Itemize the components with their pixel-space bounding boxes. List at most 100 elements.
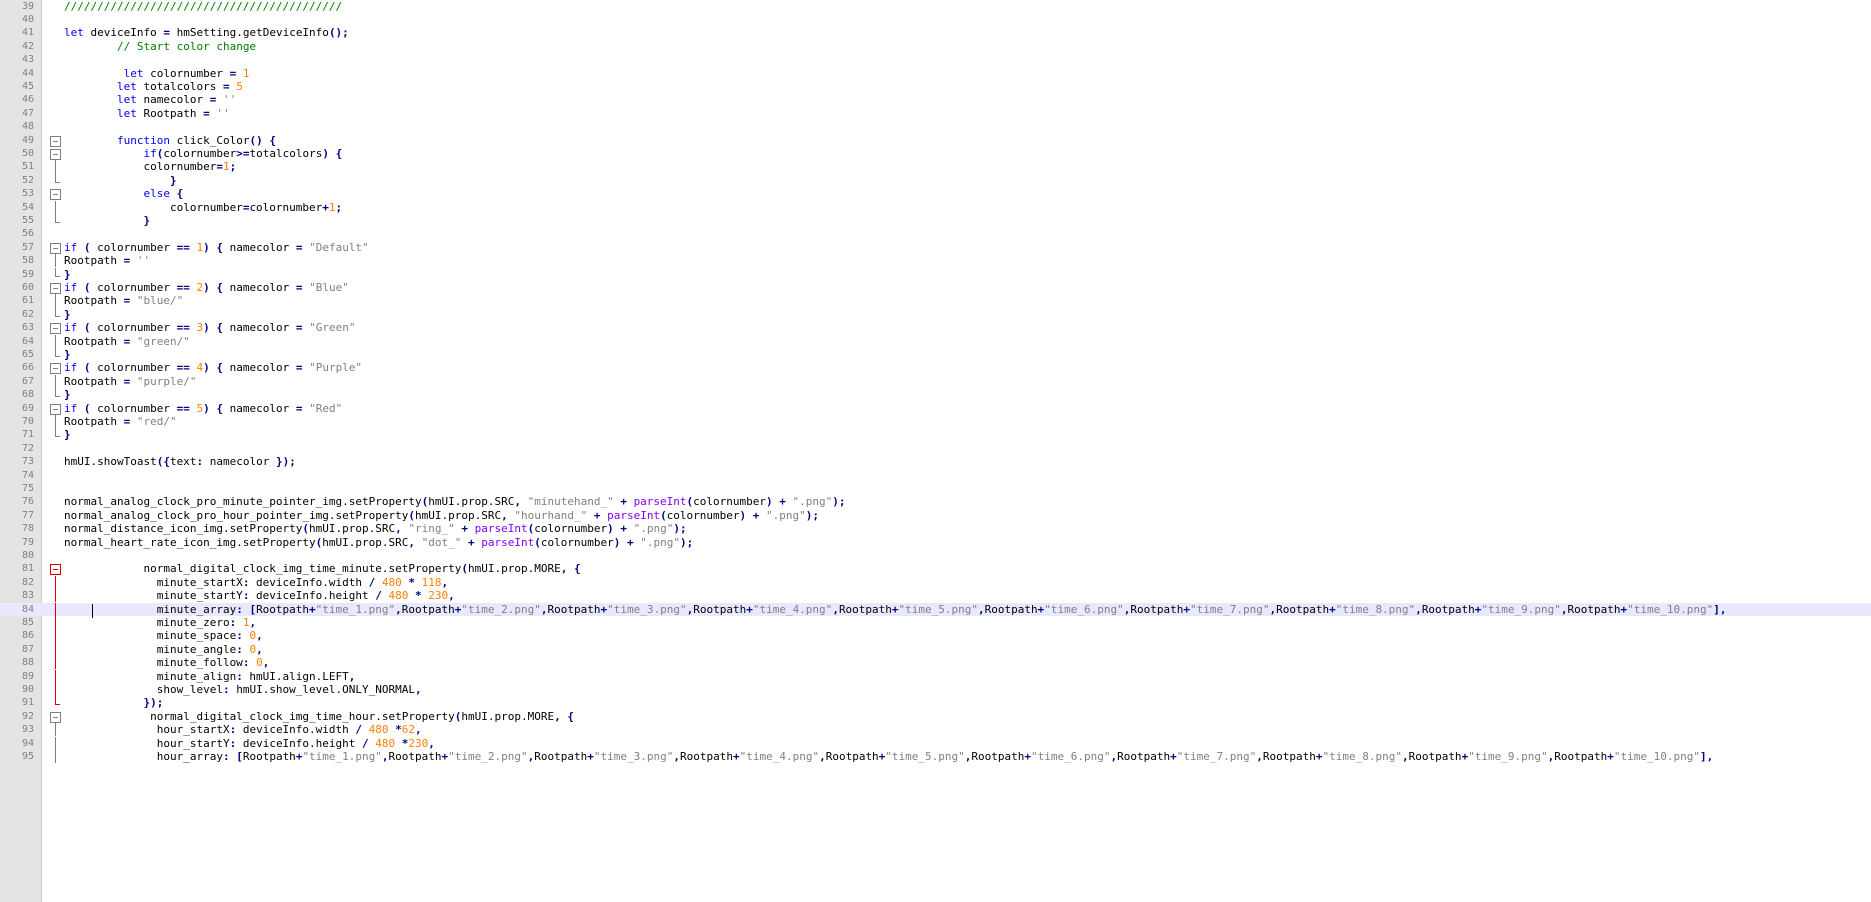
- code-line[interactable]: 74: [0, 469, 1871, 482]
- code-editor[interactable]: 39//////////////////////////////////////…: [0, 0, 1871, 902]
- code-line[interactable]: 46 let namecolor = '': [0, 93, 1871, 106]
- code-text[interactable]: normal_digital_clock_img_time_hour.setPr…: [64, 710, 574, 723]
- code-line[interactable]: 75: [0, 482, 1871, 495]
- code-text[interactable]: minute_follow: 0,: [64, 656, 270, 669]
- code-line[interactable]: 41 let deviceInfo = hmSetting.getDeviceIn…: [0, 26, 1871, 39]
- code-text[interactable]: minute_zero: 1,: [64, 616, 256, 629]
- code-line[interactable]: 52 }: [0, 173, 1871, 187]
- fold-toggle-icon[interactable]: [50, 321, 61, 335]
- code-text[interactable]: }: [64, 308, 71, 321]
- code-line[interactable]: 67 Rootpath = "purple/": [0, 374, 1871, 389]
- code-text[interactable]: if ( colornumber == 1) { namecolor = "De…: [64, 241, 369, 254]
- code-line[interactable]: 59}: [0, 267, 1871, 281]
- code-line[interactable]: 48: [0, 120, 1871, 133]
- code-line[interactable]: 71}: [0, 428, 1871, 441]
- code-line[interactable]: 61 Rootpath = "blue/": [0, 294, 1871, 308]
- code-text[interactable]: normal_heart_rate_icon_img.setProperty (h…: [64, 536, 693, 549]
- code-text[interactable]: minute_startY: deviceInfo.height / 480 *…: [64, 589, 455, 602]
- code-line[interactable]: 53 else {: [0, 187, 1871, 201]
- code-line[interactable]: 63 if ( colornumber == 3) { namecolor = "…: [0, 321, 1871, 335]
- code-line[interactable]: 66 if ( colornumber == 4) { namecolor = "…: [0, 361, 1871, 375]
- fold-toggle-icon[interactable]: [50, 281, 61, 294]
- code-line[interactable]: 72: [0, 442, 1871, 455]
- code-line[interactable]: 65}: [0, 347, 1871, 361]
- code-line[interactable]: 83 minute_startY: deviceInfo.height / 48…: [0, 589, 1871, 603]
- code-text[interactable]: Rootpath = "blue/": [64, 294, 183, 307]
- code-text[interactable]: ////////////////////////////////////////…: [64, 0, 342, 13]
- code-line[interactable]: 85 minute_zero: 1,: [0, 615, 1871, 630]
- code-line[interactable]: 69 if ( colornumber == 5) { namecolor = "…: [0, 402, 1871, 415]
- code-line[interactable]: 58 Rootpath = '': [0, 254, 1871, 268]
- code-text[interactable]: if ( colornumber == 4) { namecolor = "Pu…: [64, 361, 362, 374]
- code-text[interactable]: show_level: hmUI.show_level.ONLY_NORMAL,: [64, 683, 422, 696]
- code-line[interactable]: 57 if ( colornumber == 1) { namecolor = "…: [0, 241, 1871, 254]
- code-line[interactable]: 91 });: [0, 696, 1871, 709]
- code-text[interactable]: });: [64, 696, 163, 709]
- code-text[interactable]: minute_startX: deviceInfo.width / 480 * …: [64, 576, 448, 589]
- code-line[interactable]: 49 function click_Color() {: [0, 134, 1871, 147]
- code-line[interactable]: 64 Rootpath = "green/": [0, 334, 1871, 348]
- code-text[interactable]: Rootpath = "purple/": [64, 375, 196, 388]
- code-line[interactable]: 47 let Rootpath = '': [0, 107, 1871, 120]
- code-line[interactable]: 87 minute_angle: 0,: [0, 642, 1871, 657]
- code-text[interactable]: colornumber=colornumber+1;: [64, 201, 342, 214]
- code-text[interactable]: if ( colornumber == 2) { namecolor = "Bl…: [64, 281, 349, 294]
- code-text[interactable]: hour_startY: deviceInfo.height / 480 *23…: [64, 737, 435, 750]
- code-line[interactable]: 93 hour_startX: deviceInfo.width / 480 *…: [0, 723, 1871, 737]
- code-text[interactable]: let colornumber = 1: [64, 67, 250, 80]
- fold-toggle-icon[interactable]: [50, 402, 61, 415]
- code-text[interactable]: Rootpath = '': [64, 254, 150, 267]
- code-text[interactable]: hmUI.showToast({text: namecolor });: [64, 455, 296, 468]
- code-line[interactable]: 68}: [0, 388, 1871, 401]
- code-line[interactable]: 51 colornumber=1;: [0, 160, 1871, 174]
- code-line[interactable]: 45 let totalcolors = 5: [0, 80, 1871, 93]
- code-text[interactable]: }: [64, 214, 150, 227]
- code-line[interactable]: 94 hour_startY: deviceInfo.height / 480 …: [0, 736, 1871, 750]
- code-line[interactable]: 76 normal_analog_clock_pro_minute_pointer…: [0, 495, 1871, 508]
- code-line[interactable]: 88 minute_follow: 0,: [0, 656, 1871, 670]
- fold-toggle-icon[interactable]: [50, 710, 61, 723]
- code-text[interactable]: minute_space: 0,: [64, 629, 263, 642]
- code-line[interactable]: 80: [0, 549, 1871, 562]
- code-line[interactable]: 43: [0, 53, 1871, 66]
- code-line[interactable]: 60 if ( colornumber == 2) { namecolor = "…: [0, 281, 1871, 294]
- code-line[interactable]: 92 normal_digital_clock_img_time_hour.se…: [0, 710, 1871, 723]
- code-text[interactable]: Rootpath = "red/": [64, 415, 177, 428]
- code-text[interactable]: let Rootpath = '': [64, 107, 230, 120]
- code-line[interactable]: 84 minute_array: [Rootpath+"time_1.png",…: [0, 602, 1871, 618]
- fold-toggle-icon[interactable]: [50, 241, 61, 254]
- code-line[interactable]: 56: [0, 227, 1871, 240]
- code-line[interactable]: 89 minute_align: hmUI.align.LEFT,: [0, 669, 1871, 683]
- code-text[interactable]: let namecolor = '': [64, 93, 236, 106]
- code-text[interactable]: let totalcolors = 5: [64, 80, 243, 93]
- code-text[interactable]: hour_array: [Rootpath+"time_1.png",Rootp…: [64, 750, 1714, 763]
- code-line[interactable]: 50 if(colornumber>=totalcolors) {: [0, 147, 1871, 160]
- code-text[interactable]: hour_startX: deviceInfo.width / 480 *62,: [64, 723, 422, 736]
- code-text[interactable]: normal_analog_clock_pro_hour_pointer_img…: [64, 509, 819, 522]
- code-text[interactable]: }: [64, 388, 71, 401]
- code-text[interactable]: if(colornumber>=totalcolors) {: [64, 147, 342, 160]
- code-line[interactable]: 40: [0, 13, 1871, 26]
- code-text[interactable]: normal_distance_icon_img.setProperty(hmU…: [64, 522, 687, 535]
- fold-toggle-icon[interactable]: [50, 187, 61, 201]
- code-text[interactable]: function click_Color() {: [64, 134, 276, 147]
- code-text[interactable]: }: [64, 174, 177, 187]
- code-line[interactable]: 78 normal_distance_icon_img.setProperty(h…: [0, 522, 1871, 535]
- code-text[interactable]: }: [64, 428, 71, 441]
- fold-toggle-icon[interactable]: [50, 361, 61, 375]
- code-line[interactable]: 73 hmUI.showToast({text: namecolor });: [0, 455, 1871, 468]
- code-line[interactable]: 82 minute_startX: deviceInfo.width / 480…: [0, 575, 1871, 590]
- code-text[interactable]: }: [64, 268, 71, 281]
- code-text[interactable]: minute_align: hmUI.align.LEFT,: [64, 670, 356, 683]
- fold-toggle-icon[interactable]: [50, 134, 61, 147]
- code-line[interactable]: 54 colornumber=colornumber+1;: [0, 200, 1871, 214]
- code-line[interactable]: 42 // Start color change: [0, 40, 1871, 53]
- code-text[interactable]: // Start color change: [64, 40, 256, 53]
- code-text[interactable]: normal_analog_clock_pro_minute_pointer_i…: [64, 495, 846, 508]
- code-line[interactable]: 81 normal_digital_clock_img_time_minute.…: [0, 562, 1871, 576]
- code-line[interactable]: 77 normal_analog_clock_pro_hour_pointer_i…: [0, 509, 1871, 522]
- code-text[interactable]: colornumber=1;: [64, 160, 236, 173]
- code-line[interactable]: 55 }: [0, 213, 1871, 227]
- code-text[interactable]: minute_angle: 0,: [64, 643, 263, 656]
- code-text[interactable]: Rootpath = "green/": [64, 335, 190, 348]
